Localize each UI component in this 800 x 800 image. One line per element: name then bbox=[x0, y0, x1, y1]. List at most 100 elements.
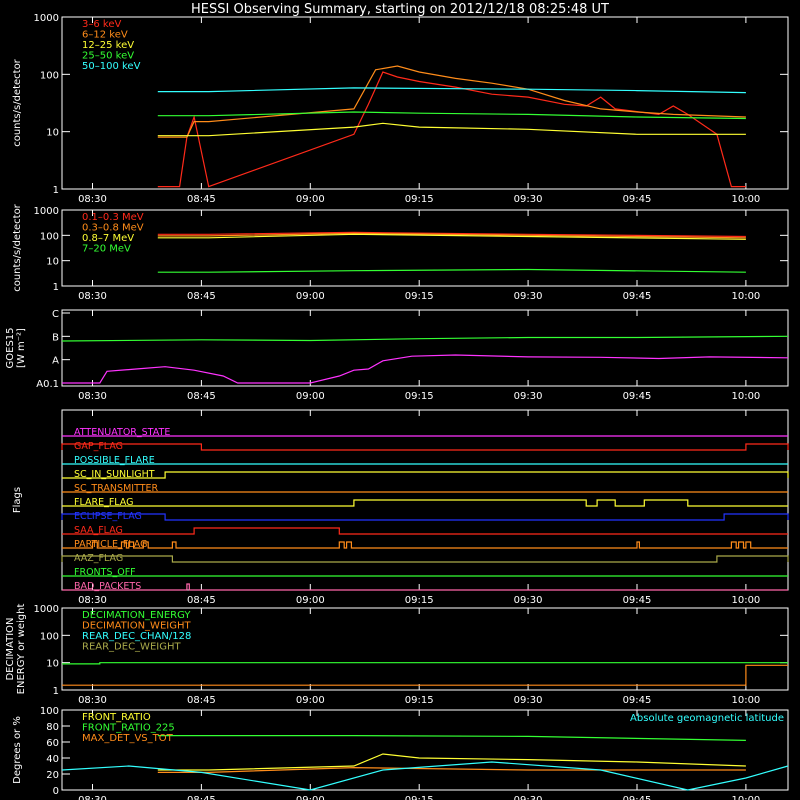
legend-entry: FRONT_RATIO bbox=[82, 712, 151, 723]
flag-trace bbox=[62, 471, 789, 479]
x-tick-label: 08:30 bbox=[78, 291, 107, 302]
series-line bbox=[157, 122, 746, 137]
flag-label: AAZ_FLAG bbox=[74, 553, 123, 564]
series-line bbox=[157, 87, 746, 94]
legend-entry: REAR_DEC_CHAN/128 bbox=[82, 631, 191, 642]
x-tick-label: 10:00 bbox=[731, 194, 760, 205]
x-tick-label: 08:45 bbox=[187, 391, 216, 402]
y-axis-label: counts/s/detector bbox=[12, 58, 23, 146]
x-tick-label: 08:45 bbox=[187, 595, 216, 606]
x-tick-label: 08:45 bbox=[187, 194, 216, 205]
x-tick-label: 08:45 bbox=[187, 795, 216, 800]
x-tick-label: 10:00 bbox=[731, 291, 760, 302]
x-tick-label: 09:15 bbox=[405, 391, 434, 402]
series-line bbox=[157, 766, 746, 774]
y-axis-label: Flags bbox=[12, 487, 23, 513]
y-tick-label: 80 bbox=[46, 722, 59, 733]
x-tick-label: 09:00 bbox=[296, 391, 325, 402]
panel-ratios: 08:30 08:45 09:00 09:15 09:30 09:45 10:00 Degre… bbox=[12, 706, 789, 800]
x-tick-label: 08:45 bbox=[187, 695, 216, 706]
y-tick-label: 1000 bbox=[34, 13, 59, 24]
x-tick-label: 09:45 bbox=[623, 391, 652, 402]
series-line bbox=[61, 761, 789, 791]
legend-entry: 3–6 keV bbox=[82, 19, 121, 30]
x-tick-label: 09:00 bbox=[296, 595, 325, 606]
y-tick-label: 60 bbox=[46, 738, 59, 749]
y-tick-label: 100 bbox=[40, 231, 59, 242]
x-tick-label: 09:15 bbox=[405, 194, 434, 205]
flag-label: GAP_FLAG bbox=[74, 441, 123, 452]
panel-hxr: 08:30 08:45 09:00 09:15 09:30 09:45 10:00 count… bbox=[12, 13, 789, 205]
flag-label: ECLIPSE_FLAG bbox=[74, 511, 142, 522]
panel-gamma: 08:30 08:45 09:00 09:15 09:30 09:45 10:00 count… bbox=[12, 203, 789, 302]
x-tick-label: 09:30 bbox=[514, 795, 543, 800]
panels: 08:30 08:45 09:00 09:15 09:30 09:45 10:00 count… bbox=[5, 13, 789, 800]
flag-trace bbox=[62, 527, 788, 535]
legend-entry: 12–25 keV bbox=[82, 40, 134, 51]
y-tick-label: 1 bbox=[53, 185, 59, 196]
x-tick-label: 09:30 bbox=[514, 695, 543, 706]
x-tick-label: 08:30 bbox=[78, 695, 107, 706]
x-tick-label: 09:15 bbox=[405, 695, 434, 706]
legend-entry: 0.1–0.3 MeV bbox=[82, 212, 144, 223]
flag-trace bbox=[62, 541, 788, 549]
x-tick-label: 09:45 bbox=[623, 595, 652, 606]
y-tick-label: 1 bbox=[53, 282, 59, 293]
y-tick-label: 0 bbox=[53, 786, 59, 797]
x-tick-label: 08:30 bbox=[78, 391, 107, 402]
y-tick-label: 100 bbox=[40, 706, 59, 717]
x-tick-label: 08:30 bbox=[78, 795, 107, 800]
series-line bbox=[157, 65, 746, 138]
legend-entry: REAR_DEC_WEIGHT bbox=[82, 642, 181, 653]
chart-title: HESSI Observing Summary, starting on 201… bbox=[191, 2, 609, 17]
series-line bbox=[62, 354, 789, 384]
legend-entry: MAX_DET_VS_TOT bbox=[82, 733, 174, 744]
y-tick-label: 100 bbox=[40, 70, 59, 81]
legend-entry: 6–12 keV bbox=[82, 30, 128, 41]
series-line bbox=[61, 335, 789, 342]
x-tick-label: 10:00 bbox=[731, 795, 760, 800]
y-tick-label: 10 bbox=[46, 257, 59, 268]
series-line bbox=[62, 662, 788, 665]
y-tick-label: A0.1 bbox=[36, 379, 59, 390]
y-axis-label: Degrees or % bbox=[12, 716, 23, 784]
legend-entry: 7–20 MeV bbox=[82, 244, 131, 255]
x-tick-label: 08:45 bbox=[187, 291, 216, 302]
x-tick-label: 10:00 bbox=[731, 391, 760, 402]
y-tick-label: 1000 bbox=[34, 206, 59, 217]
y-tick-label: 20 bbox=[46, 770, 59, 781]
y-axis-label: ENERGY or weight bbox=[16, 604, 27, 695]
x-tick-label: 09:30 bbox=[514, 391, 543, 402]
x-tick-label: 09:15 bbox=[405, 291, 434, 302]
legend-entry: DECIMATION_WEIGHT bbox=[82, 621, 191, 632]
legend-entry: 0.3–0.8 MeV bbox=[82, 223, 144, 234]
x-tick-label: 09:30 bbox=[514, 595, 543, 606]
x-tick-label: 08:30 bbox=[78, 595, 107, 606]
panel-frame bbox=[61, 209, 789, 287]
x-tick-label: 09:30 bbox=[514, 291, 543, 302]
panel-frame bbox=[61, 16, 789, 190]
series-line bbox=[62, 664, 788, 686]
series-line bbox=[157, 268, 746, 273]
series-line bbox=[157, 734, 746, 741]
hessi-summary-chart: HESSI Observing Summary, starting on 201… bbox=[5, 2, 789, 800]
flag-trace bbox=[61, 513, 789, 521]
y-tick-label: 1 bbox=[53, 686, 59, 697]
legend-entry: 50–100 keV bbox=[82, 61, 141, 72]
y-tick-label: 10 bbox=[46, 659, 59, 670]
x-tick-label: 10:00 bbox=[731, 695, 760, 706]
x-tick-label: 09:00 bbox=[296, 194, 325, 205]
y-tick-label: C bbox=[52, 309, 59, 320]
x-tick-label: 09:15 bbox=[405, 595, 434, 606]
y-axis-label: GOES15 bbox=[5, 327, 16, 368]
panel-decimation: 08:30 08:45 09:00 09:15 09:30 09:45 10:00 DECIM… bbox=[5, 604, 789, 706]
x-tick-label: 09:30 bbox=[514, 194, 543, 205]
flag-trace bbox=[61, 443, 789, 451]
y-axis-label: [W m⁻²] bbox=[16, 328, 27, 368]
y-tick-label: 40 bbox=[46, 754, 59, 765]
x-tick-label: 09:00 bbox=[296, 795, 325, 800]
flag-trace bbox=[62, 499, 788, 507]
series-line bbox=[157, 753, 746, 771]
right-note: Absolute geomagnetic latitude bbox=[630, 713, 784, 724]
panel-goes: 08:30 08:45 09:00 09:15 09:30 09:45 10:00 GOES1… bbox=[5, 309, 789, 402]
